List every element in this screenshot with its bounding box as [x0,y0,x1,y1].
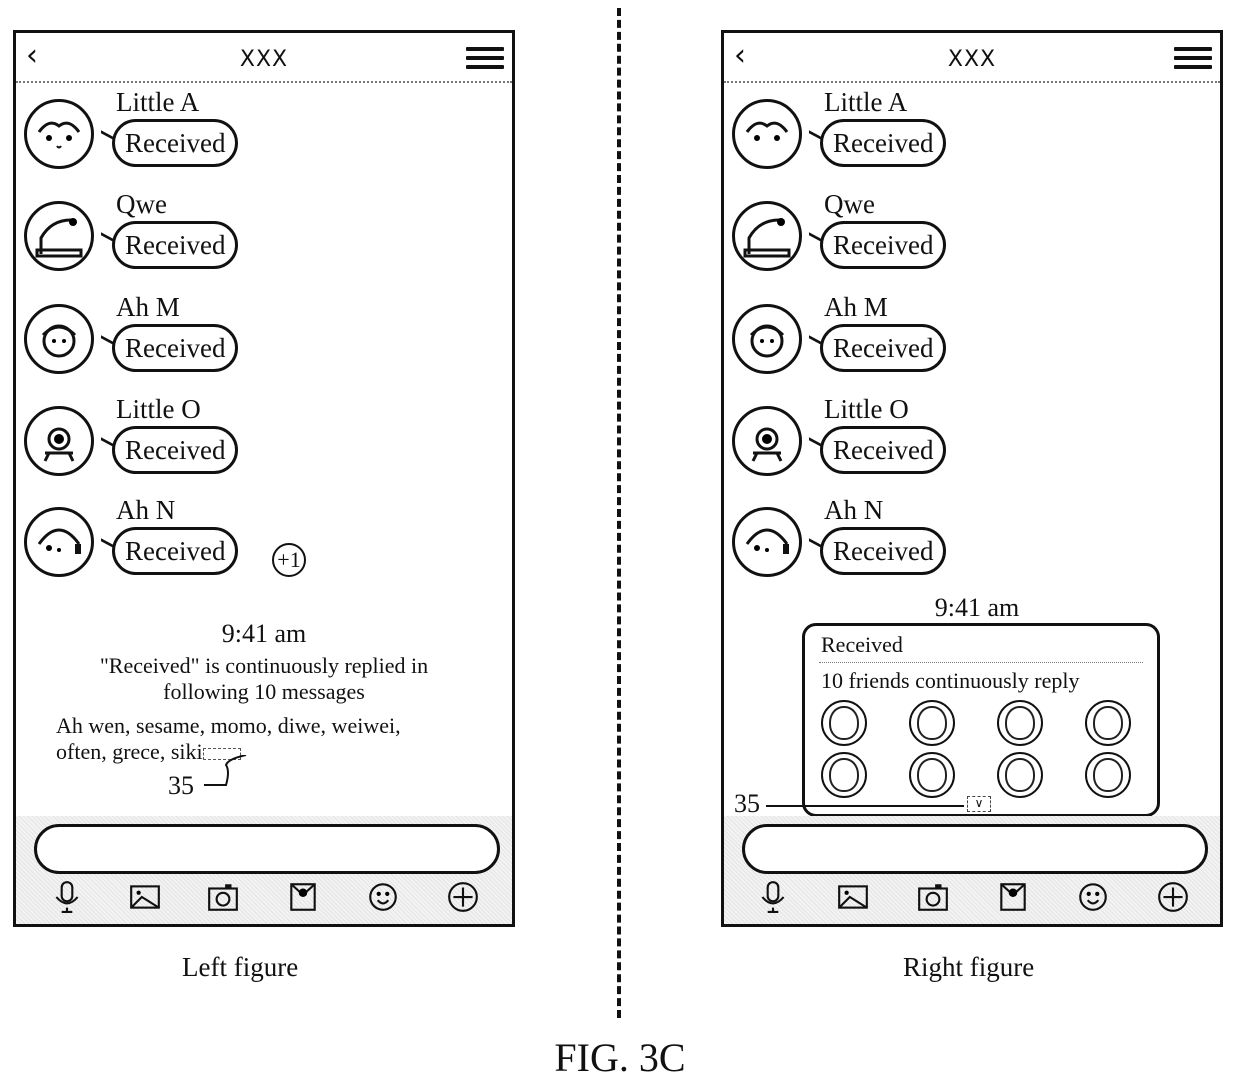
chat-header: ‹ XXX [16,33,512,83]
sender-name: Little O [116,394,201,424]
leader-line [204,755,247,786]
sender-name: Little O [824,394,909,424]
names-line-1: Ah wen, sesame, momo, diwe, weiwei, [56,713,401,738]
friend-avatar[interactable] [997,700,1043,746]
message-bubble[interactable]: Received [112,119,239,167]
timestamp: 9:41 am [934,593,1020,622]
menu-button[interactable] [466,47,504,69]
card-title: Received [821,632,903,657]
friend-avatar[interactable] [821,752,867,798]
one-eyed-monster-avatar-icon[interactable] [732,406,802,476]
timestamp: 9:41 am [221,619,307,648]
microphone-icon[interactable] [50,880,84,914]
message-item: Little A Received [24,87,424,181]
hamburger-menu-icon [1174,47,1212,51]
message-bubble[interactable]: Received [820,119,947,167]
boy-avatar-icon[interactable] [732,304,802,374]
girl-avatar-icon[interactable] [732,99,802,169]
figure-divider [617,8,621,1018]
image-icon[interactable] [128,880,162,914]
message-item: Qwe Received [732,189,1132,283]
microphone-icon[interactable] [756,880,790,914]
chat-title: XXX [947,47,997,72]
emoji-icon[interactable] [1076,880,1110,914]
message-bubble[interactable]: Received [820,324,947,372]
plus-icon[interactable] [446,880,480,914]
message-bubble[interactable]: Received [112,324,239,372]
message-item: Qwe Received [24,189,424,283]
hamburger-menu-icon [466,47,504,51]
reference-numeral: 35 [168,771,194,800]
camera-icon[interactable] [916,880,950,914]
friend-avatar[interactable] [909,752,955,798]
red-envelope-icon[interactable] [286,880,320,914]
message-bubble[interactable]: Received [820,221,947,269]
sender-name: Ah N [824,495,884,525]
summary-line-2: following 10 messages [163,679,365,704]
sender-name: Ah N [116,495,176,525]
girl-avatar-icon[interactable] [24,99,94,169]
message-bubble[interactable]: Received [820,426,947,474]
right-caption: Right figure [903,952,1035,982]
penguin-avatar-icon[interactable] [732,201,802,271]
input-toolbar [724,878,1220,918]
sender-name: Little A [824,87,908,117]
friend-avatar[interactable] [1085,752,1131,798]
message-bubble[interactable]: Received [112,221,239,269]
friend-avatar[interactable] [909,700,955,746]
menu-button[interactable] [1174,47,1212,69]
camera-icon[interactable] [206,880,240,914]
headphone-kid-avatar-icon[interactable] [24,507,94,577]
headphone-kid-avatar-icon[interactable] [732,507,802,577]
input-area [16,816,512,924]
leader-line [766,805,964,807]
message-item: Ah M Received [732,292,1132,386]
left-phone-screen: ‹ XXX Little A Received Qwe Received Ah … [13,30,515,927]
one-eyed-monster-avatar-icon[interactable] [24,406,94,476]
emoji-icon[interactable] [366,880,400,914]
chat-header: ‹ XXX [724,33,1220,83]
input-area [724,816,1220,924]
message-item: Ah N Received [732,495,1132,589]
message-item: Little O Received [732,394,1132,488]
plus-icon[interactable] [1156,880,1190,914]
chat-title: XXX [239,47,289,72]
figure-label: FIG. 3C [554,1035,686,1080]
message-input[interactable] [34,824,500,874]
friend-avatar[interactable] [997,752,1043,798]
message-item: Little O Received [24,394,424,488]
red-envelope-icon[interactable] [996,880,1030,914]
sender-name: Qwe [824,189,875,219]
right-phone-screen: ‹ XXX Little A Received Qwe Received Ah … [721,30,1223,927]
sender-name: Ah M [824,292,888,322]
sender-name: Ah M [116,292,180,322]
penguin-avatar-icon[interactable] [24,201,94,271]
friend-avatar[interactable] [821,700,867,746]
message-item: Ah N Received +1 [24,495,424,589]
card-divider [819,662,1143,663]
message-bubble[interactable]: Received [112,426,239,474]
friend-avatar[interactable] [1085,700,1131,746]
sender-name: Little A [116,87,200,117]
image-icon[interactable] [836,880,870,914]
chevron-down-icon[interactable]: ∨ [967,796,991,812]
message-item: Ah M Received [24,292,424,386]
message-item: Little A Received [732,87,1132,181]
card-subtitle: 10 friends continuously reply [821,668,1080,693]
message-bubble[interactable]: Received [112,527,239,575]
replier-names: Ah wen, sesame, momo, diwe, weiwei, ofte… [56,713,482,765]
boy-avatar-icon[interactable] [24,304,94,374]
plus-one-button[interactable]: +1 [272,543,306,577]
names-line-2: often, grece, siki [56,739,203,764]
continuous-reply-card[interactable]: Received 10 friends continuously reply ∨ [802,623,1160,817]
left-caption: Left figure [182,952,299,982]
input-toolbar [16,878,512,918]
message-input[interactable] [742,824,1208,874]
reference-numeral: 35 [734,789,760,818]
sender-name: Qwe [116,189,167,219]
summary-line-1: "Received" is continuously replied in [99,653,429,678]
message-bubble[interactable]: Received [820,527,947,575]
